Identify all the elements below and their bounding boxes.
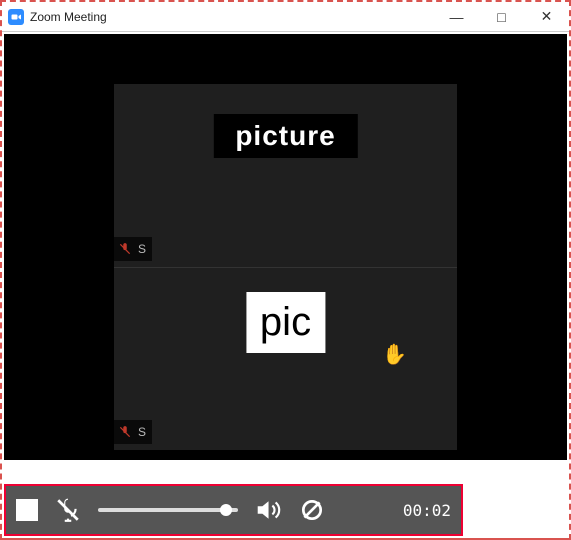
participant-name-badge: S: [114, 237, 152, 261]
minimize-button[interactable]: —: [434, 2, 479, 32]
mic-muted-icon: [118, 425, 132, 439]
bottom-whitespace: [467, 484, 567, 536]
participant-name: S: [138, 242, 146, 256]
seek-slider-knob[interactable]: [220, 504, 232, 516]
meeting-content: picture S pic ✋ S: [4, 34, 567, 460]
zoom-app-icon: [8, 9, 24, 25]
participant-name: S: [138, 425, 146, 439]
maximize-button[interactable]: □: [479, 2, 524, 32]
stop-button[interactable]: [16, 499, 38, 521]
participant-name-badge: S: [114, 420, 152, 444]
participant-tile[interactable]: picture S: [114, 84, 457, 267]
close-button[interactable]: ✕: [524, 2, 569, 32]
mic-muted-button[interactable]: [54, 496, 82, 524]
volume-button[interactable]: [254, 496, 282, 524]
seek-slider[interactable]: [98, 508, 238, 512]
media-player-bar: 00:02: [4, 484, 463, 536]
camera-off-button[interactable]: [298, 496, 326, 524]
window-title: Zoom Meeting: [30, 10, 107, 24]
participant-thumbnail: pic: [246, 292, 325, 353]
raise-hand-icon: ✋: [382, 342, 407, 367]
titlebar: Zoom Meeting — □ ✕: [2, 2, 569, 32]
playback-time: 00:02: [403, 501, 451, 520]
participant-tile[interactable]: pic ✋ S: [114, 267, 457, 450]
mic-muted-icon: [118, 242, 132, 256]
video-gallery: picture S pic ✋ S: [114, 84, 457, 450]
participant-thumbnail: picture: [213, 114, 357, 158]
app-window: Zoom Meeting — □ ✕ picture S pic ✋: [0, 0, 571, 540]
